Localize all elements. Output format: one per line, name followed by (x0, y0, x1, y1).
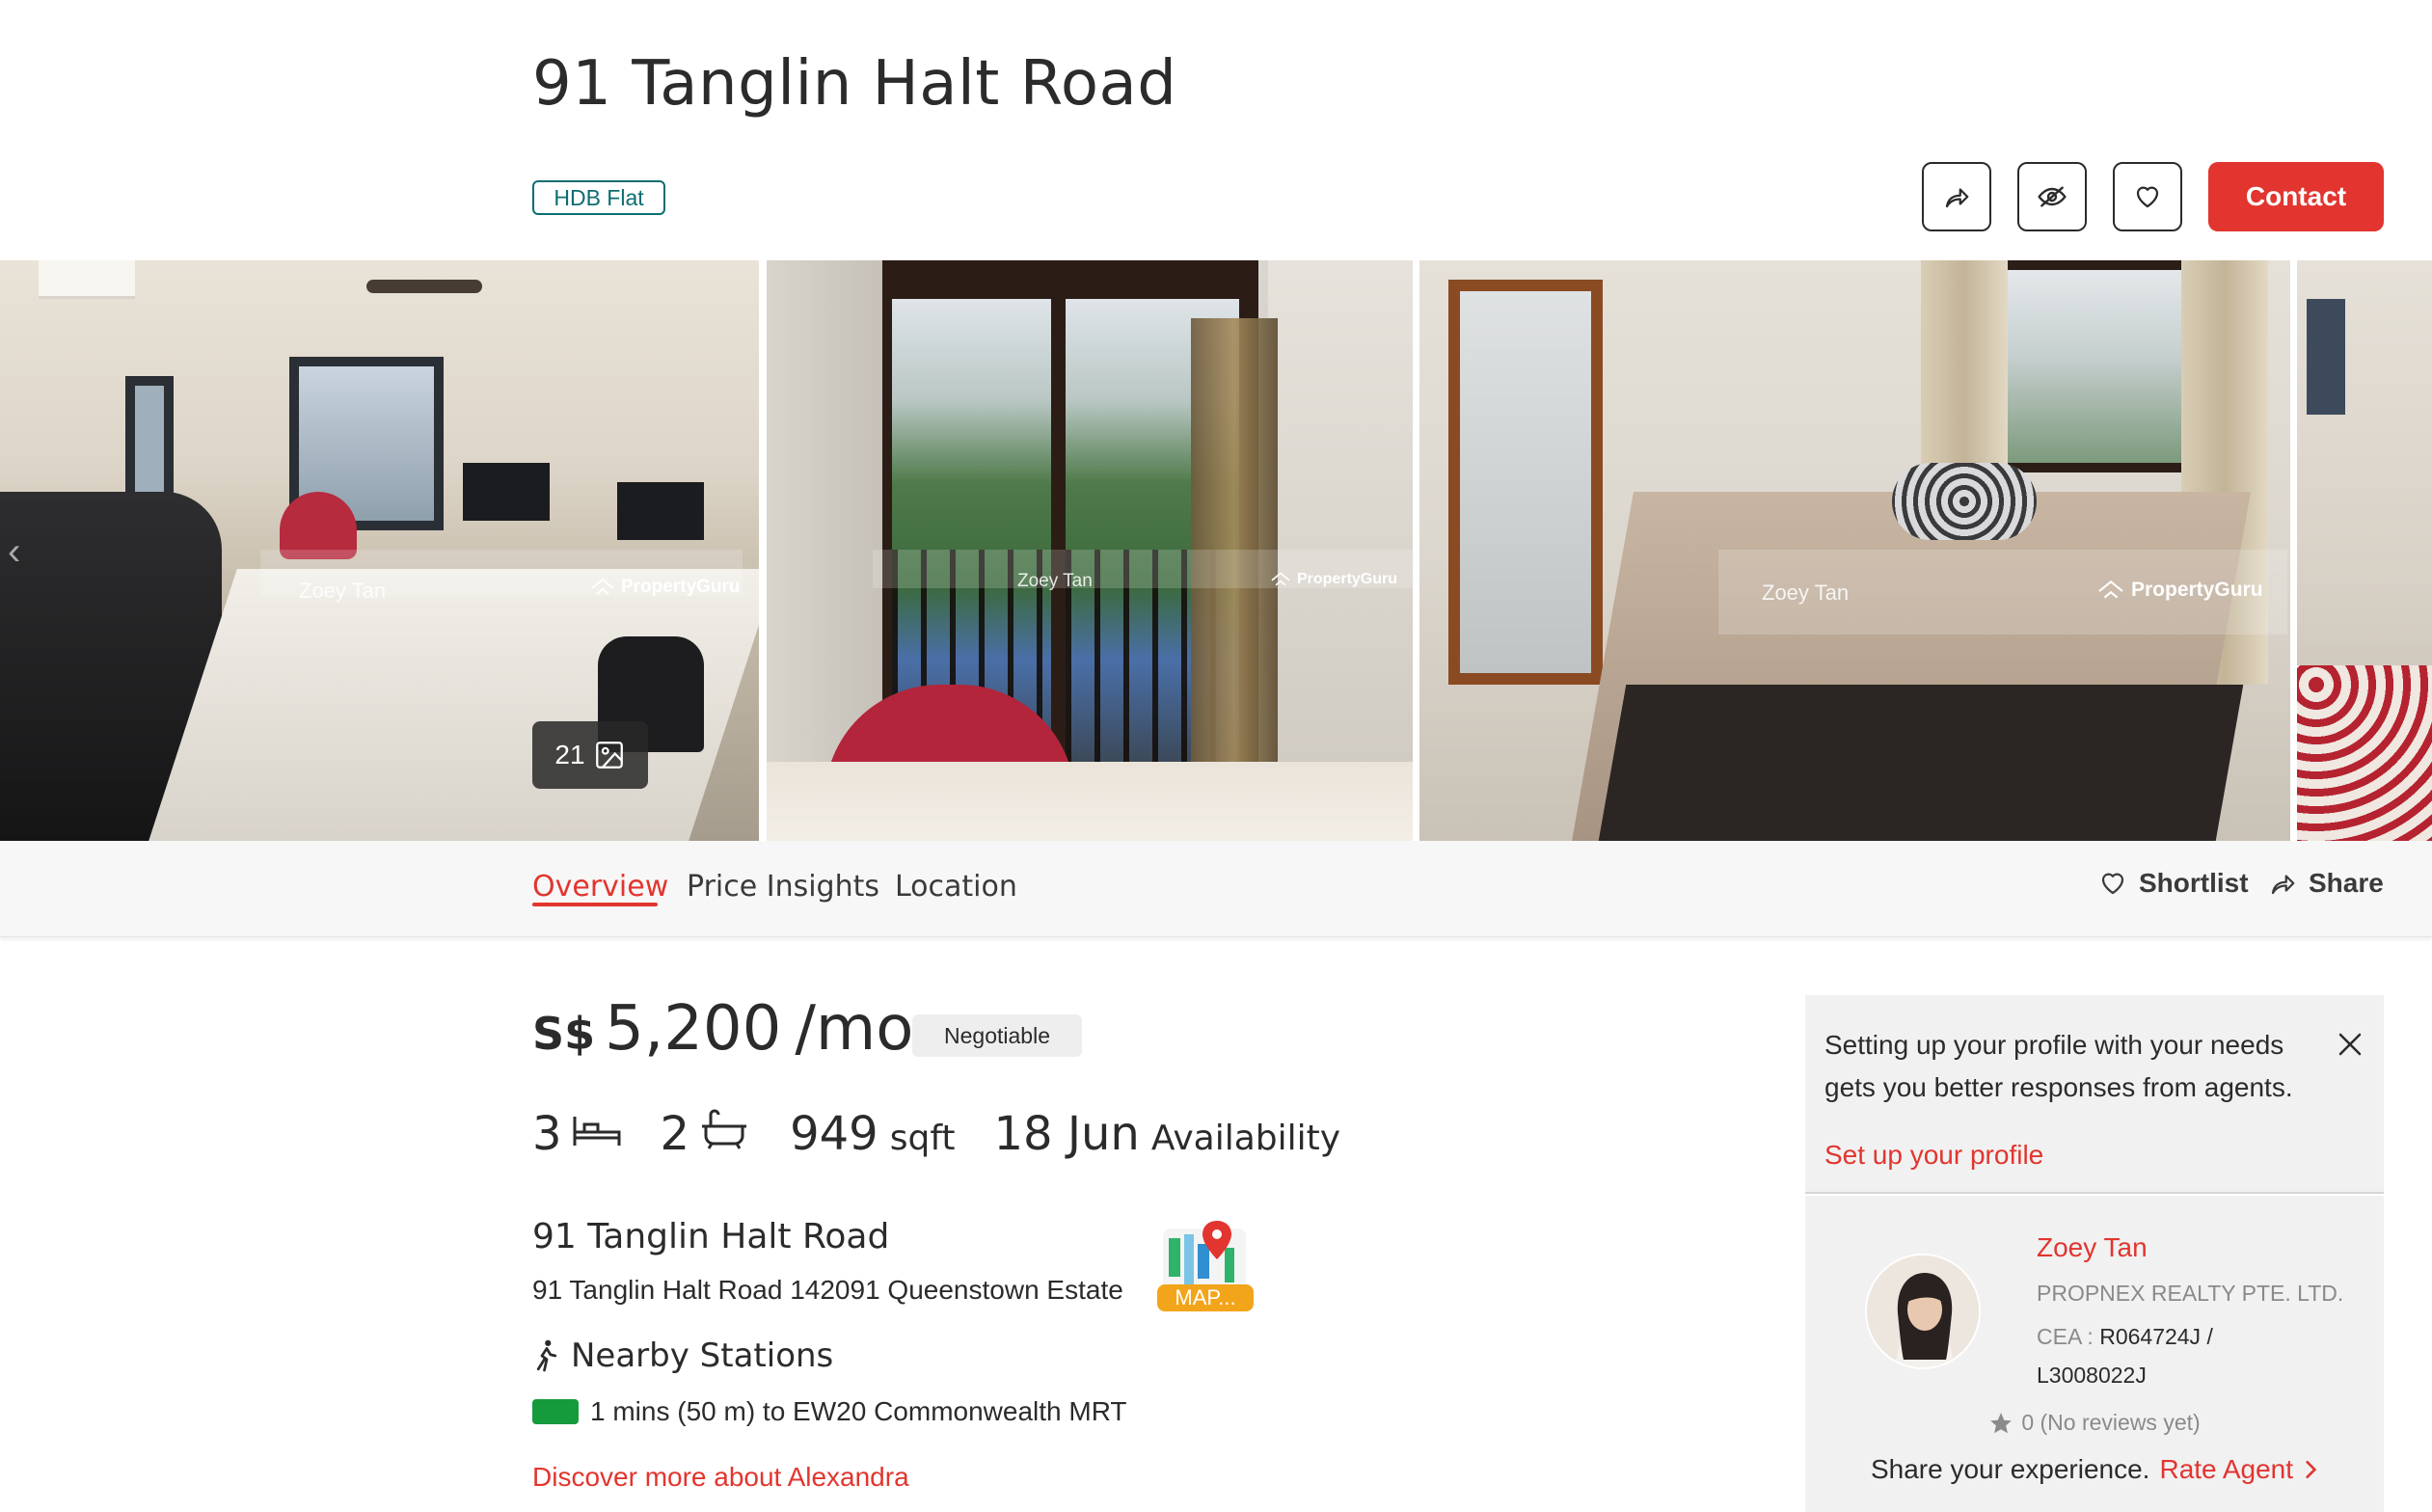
availability-date: 18 Jun (993, 1107, 1140, 1161)
price-unit: /mo (795, 993, 914, 1065)
address-title: 91 Tanglin Halt Road (532, 1217, 890, 1256)
share-arrow-icon (1945, 188, 1969, 208)
reviews-text: 0 (No reviews yet) (2021, 1410, 2201, 1435)
station-text: 1 mins (50 m) to EW20 Commonwealth MRT (590, 1396, 1127, 1426)
rate-agent-row: Share your experience. Rate Agent (1805, 1454, 2384, 1485)
price-currency: S$ (532, 1008, 596, 1060)
bathroom-count: 2 (660, 1107, 690, 1161)
profile-prompt-text: Setting up your profile with your needs … (1824, 1030, 2293, 1102)
property-type-badge: HDB Flat (532, 180, 665, 215)
favourite-button[interactable] (2113, 162, 2182, 231)
heart-icon (2101, 873, 2124, 895)
cea-license: CEA : R064724J / L3008022J (2037, 1317, 2287, 1394)
floor-area-unit: sqft (889, 1119, 956, 1158)
watermark-brand: PropertyGuru (590, 577, 741, 598)
profile-prompt-card: Setting up your profile with your needs … (1805, 995, 2384, 1194)
share-button[interactable] (1922, 162, 1991, 231)
rate-agent-link[interactable]: Rate Agent (2159, 1454, 2318, 1485)
page-title: 91 Tanglin Halt Road (532, 48, 1177, 120)
share-label: Share (2309, 868, 2384, 898)
tab-location[interactable]: Location (895, 870, 1017, 904)
tab-overview[interactable]: Overview (532, 870, 668, 904)
watermark-brand-text: PropertyGuru (621, 577, 741, 597)
photo-gallery[interactable]: Zoey Tan PropertyGuru ‹ 21 Zoey Tan Prop… (0, 260, 2432, 841)
address-line: 91 Tanglin Halt Road 142091 Queenstown E… (532, 1275, 1123, 1305)
section-tabs-bar: Overview Price Insights Location Shortli… (0, 841, 2432, 937)
cea-label: CEA : (2037, 1324, 2100, 1349)
propertyguru-logo-icon (2098, 580, 2123, 599)
propertyguru-logo-icon (1271, 572, 1290, 586)
propertyguru-logo-icon (591, 578, 614, 595)
watermark-agent: Zoey Tan (299, 579, 387, 603)
availability-label: Availability (1150, 1119, 1341, 1158)
nearby-stations-label: Nearby Stations (571, 1336, 834, 1375)
discover-area-link[interactable]: Discover more about Alexandra (532, 1462, 909, 1493)
gallery-photo-bedroom[interactable]: Zoey Tan PropertyGuru (1419, 260, 2290, 841)
bathtub-icon (702, 1109, 747, 1149)
watermark-brand: PropertyGuru (2096, 579, 2263, 602)
heart-icon (2136, 186, 2159, 208)
agent-name[interactable]: Zoey Tan (2037, 1232, 2148, 1263)
share-experience-text: Share your experience. (1870, 1454, 2150, 1484)
active-tab-indicator (532, 903, 658, 906)
gallery-photo-window-view[interactable]: Zoey Tan PropertyGuru (767, 260, 1413, 841)
agent-card: Zoey Tan PROPNEX REALTY PTE. LTD. CEA : … (1805, 1196, 2384, 1512)
photo-count-button[interactable]: 21 (532, 721, 648, 789)
agent-photo (1867, 1256, 1979, 1367)
rate-agent-label: Rate Agent (2159, 1454, 2294, 1484)
map-label: MAP... (1175, 1285, 1235, 1310)
floor-area: 949 (790, 1107, 878, 1161)
agent-reviews: 0 (No reviews yet) (1805, 1410, 2384, 1436)
share-arrow-icon (2271, 875, 2295, 895)
photo-count: 21 (554, 740, 585, 770)
gallery-prev-icon[interactable]: ‹ (8, 530, 20, 574)
star-icon (1990, 1412, 2013, 1433)
hide-listing-button[interactable] (2017, 162, 2087, 231)
watermark-brand-text: PropertyGuru (2131, 579, 2263, 601)
nearby-stations-title: Nearby Stations (532, 1336, 833, 1375)
shortlist-label: Shortlist (2139, 868, 2249, 898)
image-icon (595, 742, 623, 769)
agent-avatar[interactable] (1865, 1254, 1981, 1369)
mrt-line-chip (532, 1399, 579, 1424)
watermark-agent: Zoey Tan (1017, 571, 1093, 591)
setup-profile-link[interactable]: Set up your profile (1824, 1140, 2043, 1171)
close-icon[interactable] (2336, 1030, 2364, 1059)
contact-button[interactable]: Contact (2208, 162, 2384, 231)
watermark-brand: PropertyGuru (1270, 571, 1397, 588)
agency-name: PROPNEX REALTY PTE. LTD. (2037, 1281, 2344, 1306)
gallery-photo-partial[interactable] (2297, 260, 2432, 841)
watermark-agent: Zoey Tan (1762, 580, 1850, 605)
tab-price-insights[interactable]: Price Insights (687, 870, 879, 904)
eye-off-icon (2038, 186, 2067, 207)
bed-icon (573, 1117, 621, 1146)
shortlist-button[interactable]: Shortlist (2098, 868, 2249, 899)
negotiable-badge: Negotiable (912, 1014, 1082, 1057)
bedroom-count: 3 (532, 1107, 562, 1161)
price-amount: 5,200 (605, 993, 782, 1065)
property-specs: 3 2 949 sqft 18 Jun Availability (532, 1107, 1340, 1174)
price: S$ 5,200 /mo (532, 993, 913, 1065)
walking-icon (536, 1339, 557, 1372)
share-link-button[interactable]: Share (2268, 868, 2384, 899)
map-icon: MAP... (1157, 1221, 1254, 1311)
listing-page: 91 Tanglin Halt Road HDB Flat Contact Zo… (0, 0, 2432, 1512)
chevron-right-icon (2306, 1460, 2317, 1479)
watermark-brand-text: PropertyGuru (1297, 571, 1398, 587)
station-item: 1 mins (50 m) to EW20 Commonwealth MRT (532, 1396, 1127, 1427)
map-button[interactable]: MAP... (1155, 1215, 1256, 1315)
